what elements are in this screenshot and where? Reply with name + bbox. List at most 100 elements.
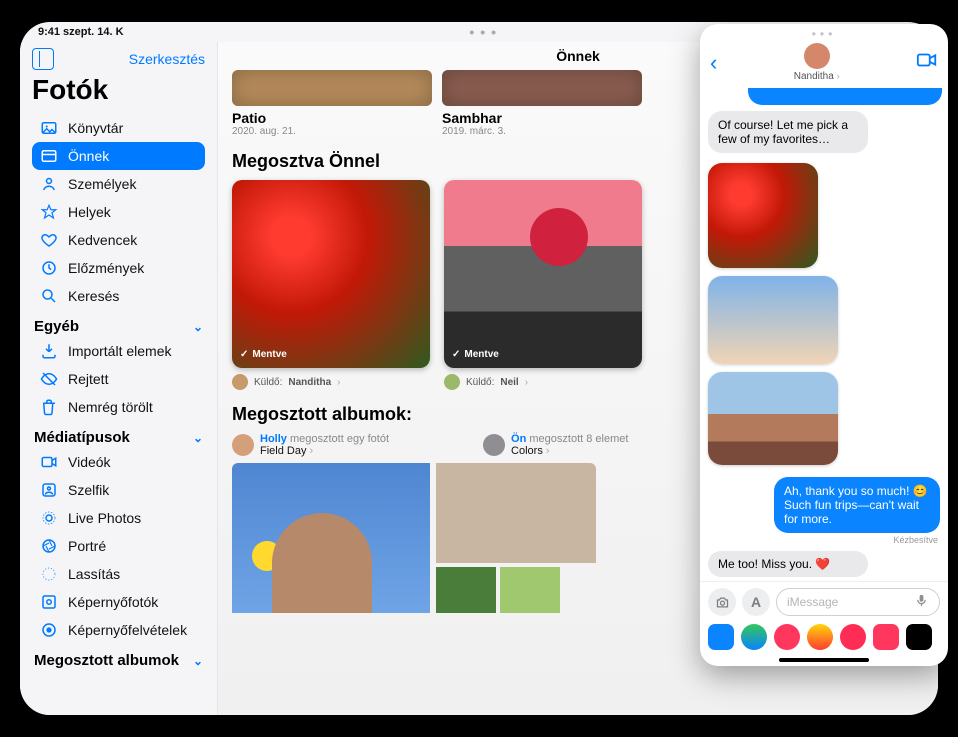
message-placeholder: iMessage [787, 595, 838, 609]
sidebar-item-label: Nemrég törölt [68, 399, 153, 415]
sidebar-item-label: Szelfik [68, 482, 109, 498]
section-label: Médiatípusok [34, 429, 130, 446]
sidebar-item-label: Képernyőfelvételek [68, 622, 187, 638]
people-icon [40, 175, 58, 193]
imessage-app-strip[interactable] [700, 620, 938, 656]
status-time: 9:41 [38, 26, 60, 38]
sidebar-item-label: Önnek [68, 148, 109, 164]
status-date: szept. 14. K [63, 26, 124, 38]
incoming-message[interactable]: Of course! Let me pick a few of my favor… [708, 111, 868, 153]
section-label: Egyéb [34, 318, 79, 335]
section-label: Megosztott albumok [34, 652, 179, 669]
memory-date: 2020. aug. 21. [232, 126, 432, 137]
incoming-message[interactable]: Me too! Miss you. ❤️ [708, 551, 868, 577]
dictation-icon[interactable] [914, 593, 929, 611]
screenrec-icon [40, 621, 58, 639]
selfie-icon [40, 481, 58, 499]
sidebar-item-imports[interactable]: Importált elemek [32, 337, 205, 365]
sender-link[interactable]: Küldő: Neil › [444, 374, 642, 390]
contact-name: Nanditha [794, 71, 834, 82]
imessage-app-icon[interactable] [807, 624, 833, 650]
imessage-app-icon[interactable] [774, 624, 800, 650]
shared-album-header[interactable]: Ön megosztott 8 elemet Colors › [483, 433, 628, 457]
album-photo[interactable] [436, 567, 496, 613]
sidebar-item-people[interactable]: Személyek [32, 170, 205, 198]
facetime-button[interactable] [916, 49, 938, 76]
screenshot-icon [40, 593, 58, 611]
home-indicator[interactable] [779, 658, 869, 662]
incoming-image[interactable] [708, 372, 838, 465]
sidebar-item-label: Könyvtár [68, 120, 123, 136]
sidebar-item-videos[interactable]: Videók [32, 448, 205, 476]
screen: 9:41 szept. 14. K ••• 100% Szerkesztés F… [20, 22, 938, 715]
sidebar-item-screenshots[interactable]: Képernyőfotók [32, 588, 205, 616]
sidebar-item-library[interactable]: Könyvtár [32, 114, 205, 142]
sidebar-item-livephotos[interactable]: Live Photos [32, 504, 205, 532]
memory-card[interactable]: Sambhar 2019. márc. 3. [442, 70, 642, 137]
sidebar-item-selfies[interactable]: Szelfik [32, 476, 205, 504]
sidebar-item-portrait[interactable]: Portré [32, 532, 205, 560]
chevron-down-icon: ⌄ [193, 320, 203, 334]
video-icon [40, 453, 58, 471]
sidebar-item-recents[interactable]: Előzmények [32, 254, 205, 282]
edit-button[interactable]: Szerkesztés [129, 51, 205, 67]
sidebar-toggle-icon[interactable] [32, 48, 54, 70]
chevron-right-icon: › [837, 71, 840, 81]
slideover-grabber[interactable]: ••• [700, 24, 938, 41]
album-photo[interactable] [500, 567, 560, 613]
search-icon [40, 287, 58, 305]
incoming-image[interactable] [708, 276, 838, 364]
imessage-app-icon[interactable] [840, 624, 866, 650]
shared-photo-card[interactable]: ✓ Mentve [444, 180, 642, 368]
slomo-icon [40, 565, 58, 583]
message-input[interactable]: iMessage [776, 588, 938, 616]
back-button[interactable]: ‹ [710, 50, 717, 76]
aperture-icon [40, 537, 58, 555]
album-photo[interactable] [232, 463, 430, 613]
camera-button[interactable] [708, 588, 736, 616]
messages-slideover[interactable]: ••• ‹ Nanditha › Of course! Let me pick … [700, 24, 938, 666]
sidebar-item-label: Kedvencek [68, 232, 137, 248]
sidebar-item-label: Képernyőfotók [68, 594, 158, 610]
sidebar-item-screenrecordings[interactable]: Képernyőfelvételek [32, 616, 205, 644]
sidebar-item-hidden[interactable]: Rejtett [32, 365, 205, 393]
imessage-app-icon[interactable] [708, 624, 734, 650]
library-icon [40, 119, 58, 137]
sidebar-item-label: Előzmények [68, 260, 144, 276]
eye-off-icon [40, 370, 58, 388]
sidebar-item-label: Videók [68, 454, 111, 470]
section-shared-albums[interactable]: Megosztott albumok ⌄ [32, 644, 205, 671]
chevron-right-icon: › [310, 445, 314, 457]
sidebar-item-search[interactable]: Keresés [32, 282, 205, 310]
contact-header[interactable]: Nanditha › [794, 43, 840, 82]
outgoing-message[interactable]: Ah, thank you so much! 😊 Such fun trips—… [774, 477, 938, 533]
memory-card[interactable]: Patio 2020. aug. 21. [232, 70, 432, 137]
trash-icon [40, 398, 58, 416]
sidebar-item-label: Portré [68, 538, 106, 554]
shared-photo-card[interactable]: ✓ Mentve [232, 180, 430, 368]
places-icon [40, 203, 58, 221]
ipad-frame: 9:41 szept. 14. K ••• 100% Szerkesztés F… [0, 0, 958, 737]
shared-album-header[interactable]: Holly megosztott egy fotót Field Day › [232, 433, 389, 457]
avatar [804, 43, 830, 69]
sidebar-item-slomo[interactable]: Lassítás [32, 560, 205, 588]
chevron-down-icon: ⌄ [193, 431, 203, 445]
sidebar-item-places[interactable]: Helyek [32, 198, 205, 226]
memory-title: Sambhar [442, 110, 642, 126]
sidebar-item-deleted[interactable]: Nemrég törölt [32, 393, 205, 421]
sidebar-item-favorites[interactable]: Kedvencek [32, 226, 205, 254]
chevron-right-icon: › [525, 377, 528, 388]
imessage-app-icon[interactable] [741, 624, 767, 650]
chevron-down-icon: ⌄ [193, 654, 203, 668]
sidebar-item-for-you[interactable]: Önnek [32, 142, 205, 170]
sender-link[interactable]: Küldő: Nanditha › [232, 374, 430, 390]
album-photo[interactable] [436, 463, 596, 563]
imessage-app-icon[interactable] [906, 624, 932, 650]
section-other[interactable]: Egyéb ⌄ [32, 310, 205, 337]
section-mediatypes[interactable]: Médiatípusok ⌄ [32, 421, 205, 448]
app-title: Fotók [32, 74, 205, 106]
delivered-label: Kézbesítve [708, 535, 938, 545]
imessage-app-icon[interactable] [873, 624, 899, 650]
appstore-button[interactable]: A [742, 588, 770, 616]
incoming-image[interactable] [708, 163, 818, 268]
